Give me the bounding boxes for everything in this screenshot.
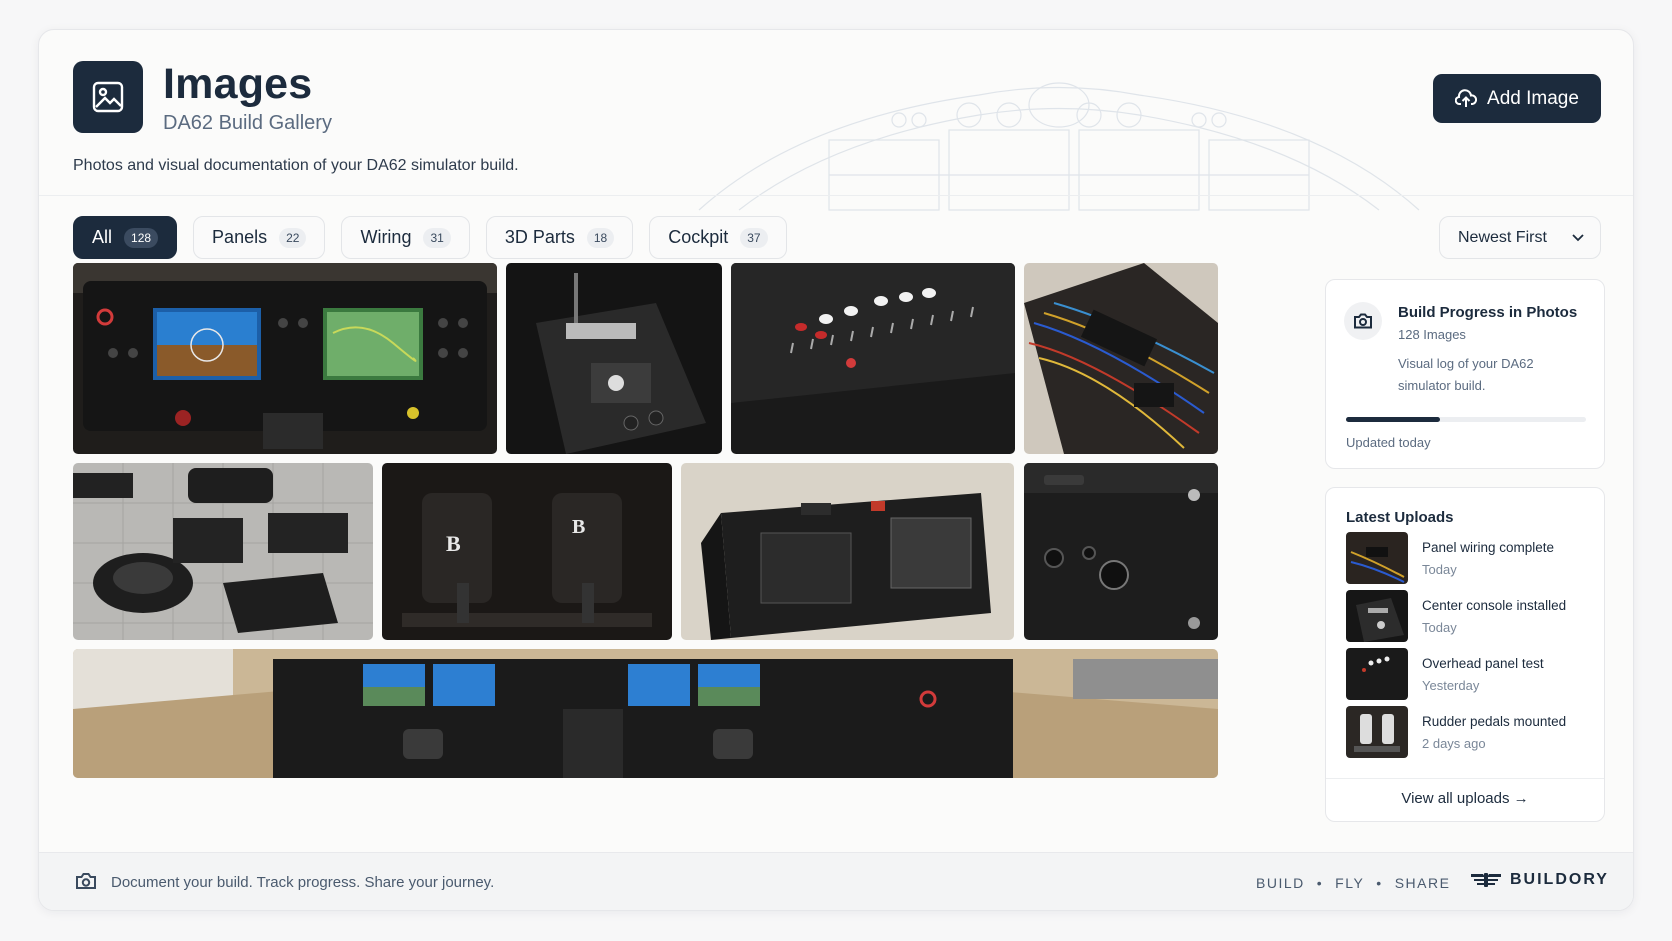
- gallery-photo-cockpit-panorama[interactable]: [73, 649, 1218, 778]
- upload-thumbnail: [1346, 648, 1408, 700]
- progress-updated: Updated today: [1346, 435, 1431, 450]
- filter-label: Panels: [212, 227, 268, 247]
- filter-all[interactable]: All 128: [73, 216, 178, 259]
- wings-logo-icon: [1471, 873, 1501, 887]
- gallery-photo-rudder-pedals[interactable]: B B: [382, 463, 672, 640]
- upload-time: Today: [1422, 620, 1457, 635]
- progress-description: Visual log of your DA62 simulator build.: [1398, 356, 1534, 393]
- brand-logo: BUILDORY: [1471, 871, 1609, 889]
- upload-thumbnail: [1346, 532, 1408, 584]
- filter-label: Cockpit: [668, 227, 729, 247]
- add-image-label: Add Image: [1487, 87, 1579, 109]
- progress-bar: [1346, 417, 1586, 422]
- upload-title: Overhead panel test: [1422, 656, 1544, 671]
- tagline-word: SHARE: [1394, 875, 1451, 891]
- tagline-word: FLY: [1335, 875, 1365, 891]
- upload-title: Panel wiring complete: [1422, 540, 1555, 555]
- gallery-photo-flaps-panel[interactable]: [1024, 463, 1218, 640]
- filter-count: 31: [423, 227, 451, 248]
- filter-panels[interactable]: Panels 22: [193, 216, 326, 259]
- camera-icon: [1344, 302, 1382, 340]
- footer-text: Document your build. Track progress. Sha…: [111, 874, 495, 891]
- list-item[interactable]: Center console installed Today: [1346, 590, 1596, 642]
- page-description: Photos and visual documentation of your …: [73, 157, 519, 174]
- brand-name: BUILDORY: [1510, 871, 1609, 888]
- filter-count: 37: [740, 227, 768, 248]
- progress-title: Build Progress in Photos: [1398, 304, 1578, 321]
- progress-image-count: 128 Images: [1398, 327, 1466, 342]
- upload-time: Yesterday: [1422, 678, 1480, 693]
- cockpit-blueprint-illustration: [698, 82, 1420, 211]
- uploads-title: Latest Uploads: [1346, 509, 1454, 526]
- gallery-photo-3d-parts[interactable]: [73, 463, 373, 640]
- page-title: Images: [163, 60, 313, 108]
- filter-cockpit[interactable]: Cockpit 37: [649, 216, 787, 259]
- upload-thumbnail: [1346, 590, 1408, 642]
- filter-3d-parts[interactable]: 3D Parts 18: [485, 216, 634, 259]
- sort-selected-label: Newest First: [1458, 228, 1547, 246]
- build-progress-card: Build Progress in Photos 128 Images Visu…: [1325, 279, 1605, 469]
- footer-tagline: BUILD • FLY • SHARE: [1256, 875, 1450, 891]
- gallery-photo-overhead-panel[interactable]: [731, 263, 1015, 454]
- upload-icon: [1455, 88, 1478, 107]
- filter-count: 22: [279, 227, 307, 248]
- latest-uploads-card: Latest Uploads Panel wiring complete Tod…: [1325, 487, 1605, 822]
- filter-label: Wiring: [360, 227, 412, 247]
- add-image-button[interactable]: Add Image: [1433, 74, 1601, 123]
- upload-title: Rudder pedals mounted: [1422, 714, 1567, 729]
- upload-time: 2 days ago: [1422, 736, 1486, 751]
- page-subtitle: DA62 Build Gallery: [163, 112, 332, 134]
- uploads-divider: [1326, 778, 1604, 779]
- gallery-photo-avionics-frame[interactable]: [681, 463, 1014, 640]
- list-item[interactable]: Panel wiring complete Today: [1346, 532, 1596, 584]
- filter-count: 128: [124, 227, 159, 248]
- camera-icon: [76, 873, 96, 889]
- category-filters: All 128 Panels 22 Wiring 31 3D Parts 18 …: [73, 216, 787, 259]
- tagline-word: BUILD: [1256, 875, 1305, 891]
- svg-text:B: B: [572, 516, 585, 538]
- filter-wiring[interactable]: Wiring 31: [341, 216, 470, 259]
- filter-label: 3D Parts: [504, 227, 575, 247]
- gallery-card: Images DA62 Build Gallery Photos and vis…: [38, 29, 1634, 911]
- upload-title: Center console installed: [1422, 598, 1567, 613]
- gallery-photo-instrument-panel[interactable]: [73, 263, 497, 454]
- header-divider: [39, 195, 1633, 196]
- gallery-photo-center-console[interactable]: [506, 263, 722, 454]
- footer: Document your build. Track progress. Sha…: [39, 852, 1633, 910]
- sort-select[interactable]: Newest First: [1439, 216, 1601, 259]
- view-all-uploads-link[interactable]: View all uploads →: [1326, 790, 1604, 807]
- image-gallery-icon: [73, 61, 143, 133]
- filter-label: All: [92, 227, 113, 247]
- tagline-separator: •: [1376, 875, 1383, 891]
- progress-bar-fill: [1346, 417, 1440, 422]
- gallery-photo-wiring-harness[interactable]: [1024, 263, 1218, 454]
- list-item[interactable]: Overhead panel test Yesterday: [1346, 648, 1596, 700]
- chevron-down-icon: [1572, 233, 1584, 241]
- filter-count: 18: [586, 227, 615, 248]
- svg-text:B: B: [446, 531, 461, 556]
- tagline-separator: •: [1316, 875, 1324, 891]
- upload-time: Today: [1422, 562, 1457, 577]
- upload-thumbnail: [1346, 706, 1408, 758]
- list-item[interactable]: Rudder pedals mounted 2 days ago: [1346, 706, 1596, 758]
